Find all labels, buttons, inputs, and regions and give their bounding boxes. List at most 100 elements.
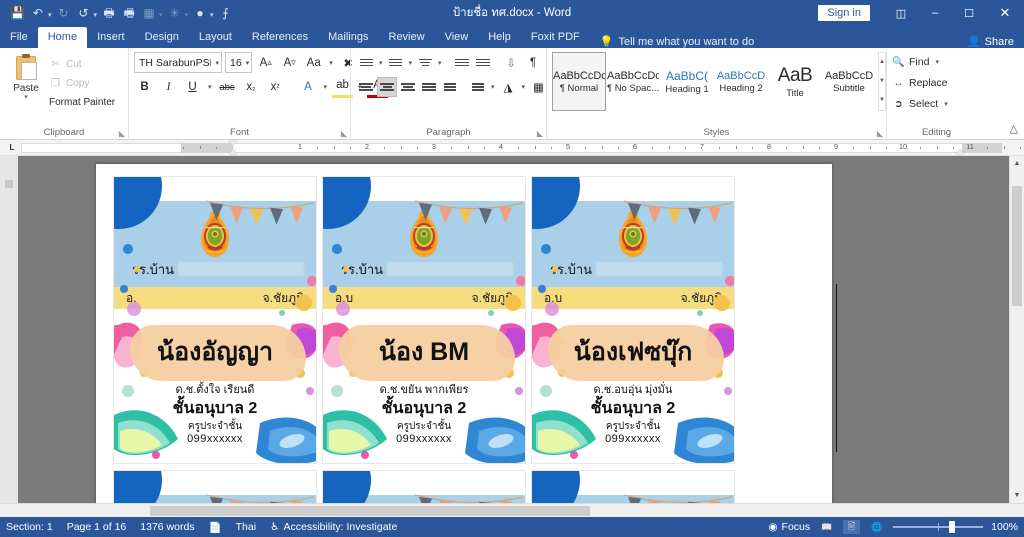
tab-design[interactable]: Design [135,27,189,48]
copy-button[interactable]: ❐ Copy [49,75,115,92]
tab-layout[interactable]: Layout [189,27,242,48]
close-icon[interactable]: ✕ [986,0,1024,26]
collapse-ribbon-icon[interactable]: △ [1010,122,1018,135]
align-right-icon[interactable] [398,77,418,97]
align-center-icon[interactable] [377,77,397,97]
change-case-dropdown-icon[interactable]: ▾ [327,59,335,67]
justify-icon[interactable] [419,77,439,97]
styles-dialog-launcher[interactable]: ◣ [877,129,883,138]
find-dropdown-icon[interactable]: ▾ [933,58,941,66]
multilevel-list-dropdown-icon[interactable]: ▾ [436,59,444,67]
name-card[interactable]: รร.บ้าน อ.บ จ.ชัยภูมิ [531,176,735,464]
undo-icon[interactable]: ↶ [28,2,48,24]
grow-font-icon[interactable]: A ▵ [255,52,276,73]
status-page[interactable]: Page 1 of 16 [67,521,127,533]
bullets-dropdown-icon[interactable]: ▾ [377,59,385,67]
shading-dropdown-icon[interactable]: ▾ [520,83,528,91]
ribbon-display-options-icon[interactable]: ◫ [884,0,918,26]
paragraph-spacing-icon[interactable] [468,77,488,97]
tab-insert[interactable]: Insert [87,27,135,48]
name-card[interactable]: รร.บ้าน อ. จ.ชัยภูมิ น้องอัญญา ด.ช.ตั้งใ… [113,176,317,464]
tab-mailings[interactable]: Mailings [318,27,378,48]
tab-file[interactable]: File [0,27,38,48]
font-size-dropdown-icon[interactable]: ▾ [242,59,250,67]
font-size-combo[interactable]: 16 ▾ [225,52,253,73]
page-scroll-region[interactable]: รร.บ้าน อ. จ.ชัยภูมิ น้องอัญญา ด.ช.ตั้งใ… [18,156,1024,503]
italic-icon[interactable]: I [158,77,179,98]
cut-button[interactable]: ✄ Cut [49,56,115,73]
line-spacing-icon[interactable] [440,77,460,97]
font-name-dropdown-icon[interactable]: ▾ [211,59,219,67]
shrink-font-icon[interactable]: A ▿ [279,52,300,73]
style-subtitle[interactable]: AaBbCcD Subtitle [822,52,876,111]
multilevel-list-icon[interactable] [415,53,435,73]
status-language[interactable]: Thai [236,521,256,533]
show-formatting-marks-icon[interactable]: ¶ [523,52,544,73]
format-painter-button[interactable]: ✹ Format Painter [16,94,115,252]
status-accessibility[interactable]: ♿ Accessibility: Investigate [270,521,397,533]
tab-review[interactable]: Review [379,27,435,48]
effects-icon[interactable]: ✳ [165,2,185,24]
quick-print-icon[interactable]: 🖷 [119,2,139,24]
paste-dropdown-icon[interactable]: ▾ [24,94,28,101]
select-dropdown-icon[interactable]: ▾ [942,100,950,108]
clipboard-dialog-launcher[interactable]: ◣ [119,129,125,138]
spelling-check-icon[interactable]: 📄 [209,521,222,534]
select-button[interactable]: ➲ Select ▾ [892,93,981,114]
name-card[interactable] [322,470,526,503]
tab-view[interactable]: View [435,27,479,48]
styles-more-icon[interactable]: ▼ [879,91,885,110]
zoom-slider-thumb[interactable] [948,521,955,533]
style-heading-1[interactable]: AaBbC( Heading 1 [660,52,714,111]
repeat-icon[interactable]: ↺ [73,2,93,24]
paragraph-dialog-launcher[interactable]: ◣ [537,129,543,138]
bullet-icon[interactable]: ● [190,2,210,24]
sign-in-button[interactable]: Sign in [818,5,870,21]
horizontal-ruler[interactable]: 1 2 3 4 5 6 7 8 9 10 11 [21,141,1022,154]
save-icon[interactable]: 💾 [7,2,28,24]
name-card[interactable] [531,470,735,503]
bold-icon[interactable]: B [134,77,155,98]
superscript-icon[interactable]: x² [265,77,286,98]
horizontal-scroll-thumb[interactable] [150,506,590,516]
replace-button[interactable]: ↔ Replace [892,72,981,93]
vertical-scroll-thumb[interactable] [1012,186,1022,306]
font-dialog-launcher[interactable]: ◣ [341,129,347,138]
text-effects-icon[interactable]: A [298,77,319,98]
web-layout-icon[interactable]: 🌐 [868,520,885,534]
style-no-spacing[interactable]: AaBbCcDc ¶ No Spac... [606,52,660,111]
increase-indent-icon[interactable] [473,53,493,73]
bullets-icon[interactable] [356,53,376,73]
vertical-scrollbar[interactable]: ▲ ▼ [1009,156,1024,503]
paste-button[interactable]: Paste ▾ [5,51,47,111]
tab-home[interactable]: Home [37,27,88,48]
status-word-count[interactable]: 1376 words [140,521,194,533]
font-name-combo[interactable]: TH SarabunPSK ▾ [134,52,222,73]
share-button[interactable]: 👤 Share [967,35,1024,49]
styles-scroll-up-icon[interactable]: ▲ [879,53,885,72]
restore-icon[interactable]: ☐ [952,0,986,26]
table-icon[interactable]: ▦ [139,2,159,24]
tab-stop-selector[interactable]: L [3,141,21,155]
numbering-icon[interactable] [386,53,406,73]
strikethrough-icon[interactable]: abc [217,77,238,98]
document-canvas[interactable]: รร.บ้าน อ. จ.ชัยภูมิ น้องอัญญา ด.ช.ตั้งใ… [0,156,1024,503]
align-left-icon[interactable] [356,77,376,97]
style-title[interactable]: AaB Title [768,52,822,111]
read-mode-icon[interactable]: 📖 [818,520,835,534]
name-card[interactable] [113,470,317,503]
paragraph-spacing-dropdown-icon[interactable]: ▾ [489,83,497,91]
zoom-slider[interactable] [893,520,984,534]
tab-foxit-pdf[interactable]: Foxit PDF [521,27,590,48]
underline-dropdown-icon[interactable]: ▾ [206,83,214,91]
minimize-icon[interactable]: – [918,0,952,26]
tab-references[interactable]: References [242,27,318,48]
document-page[interactable]: รร.บ้าน อ. จ.ชัยภูมิ น้องอัญญา ด.ช.ตั้งใ… [96,164,837,503]
subscript-icon[interactable]: x₂ [241,77,262,98]
print-layout-icon[interactable]: 🖹 [843,520,861,534]
styles-scroll-down-icon[interactable]: ▼ [879,72,885,91]
style-heading-2[interactable]: AaBbCcD Heading 2 [714,52,768,111]
name-card[interactable]: รร.บ้าน อ.บ จ.ชัยภูมิ [322,176,526,464]
tab-help[interactable]: Help [478,27,521,48]
print-preview-icon[interactable]: 🖶 [99,2,119,24]
